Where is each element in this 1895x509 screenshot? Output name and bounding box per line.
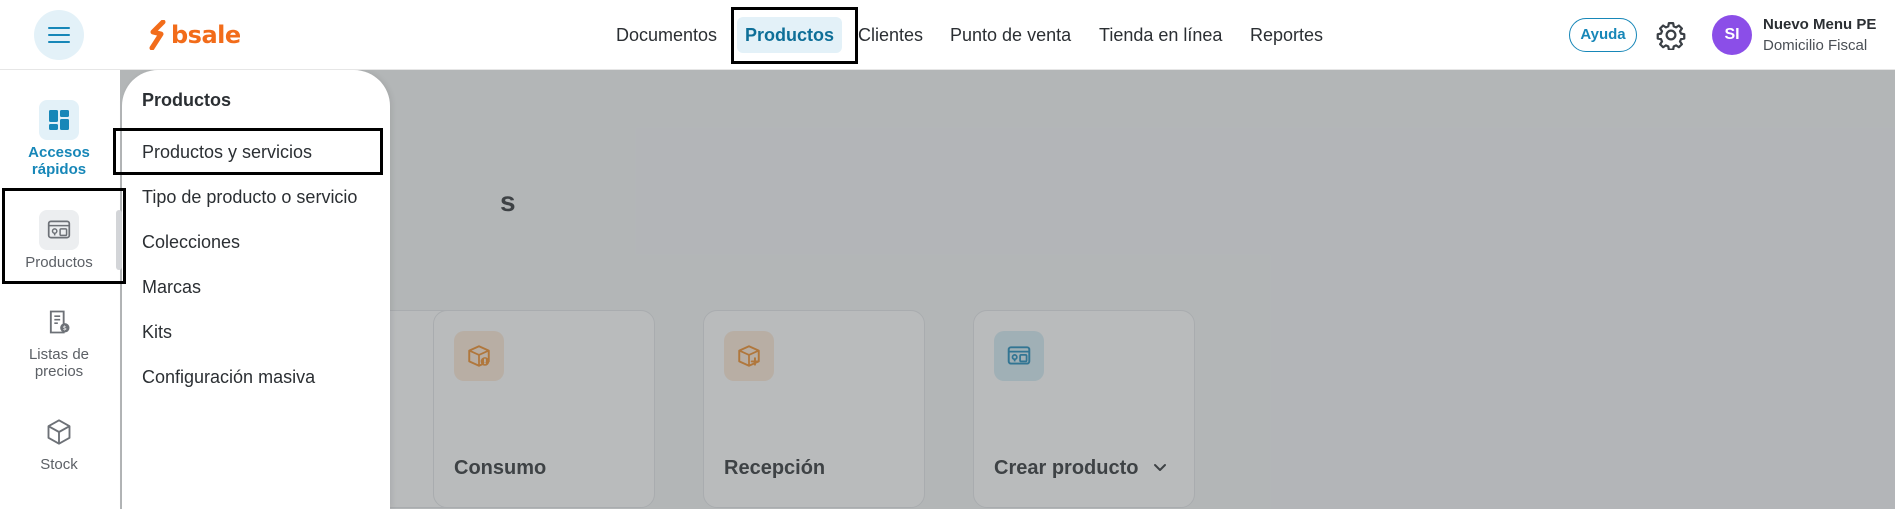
flyout-item-tipo-de-producto[interactable]: Tipo de producto o servicio [142,187,357,208]
user-name[interactable]: Nuevo Menu PE [1763,16,1876,33]
top-bar: bsale Documentos Productos Clientes Punt… [0,0,1895,70]
nav-documentos[interactable]: Documentos [616,17,717,53]
nav-punto-de-venta[interactable]: Punto de venta [950,17,1071,53]
productos-flyout-menu: Productos Productos y servicios Tipo de … [122,70,390,509]
flyout-item-configuracion-masiva[interactable]: Configuración masiva [142,367,315,388]
gear-icon[interactable] [1656,20,1686,50]
rail-item-stock[interactable]: Stock [0,412,118,473]
rail-item-productos[interactable]: Productos [0,210,118,271]
rail-label: Accesos rápidos [28,144,90,178]
rail-label: Listas de precios [28,346,90,380]
flyout-item-kits[interactable]: Kits [142,322,172,343]
rail-label: Productos [25,254,93,271]
avatar[interactable]: SI [1712,15,1752,55]
flyout-item-colecciones[interactable]: Colecciones [142,232,240,253]
price-list-icon: $ [39,302,79,342]
flyout-item-marcas[interactable]: Marcas [142,277,201,298]
flyout-title: Productos [142,90,232,110]
svg-text:$: $ [63,324,67,332]
nav-clientes[interactable]: Clientes [858,17,923,53]
rail-label: Stock [40,456,78,473]
left-rail: Accesos rápidos Productos $ Listas de pr… [0,70,122,509]
user-subtitle: Domicilio Fiscal [1763,37,1868,54]
rail-item-accesos-rapidos[interactable]: Accesos rápidos [0,100,118,178]
nav-tienda-en-linea[interactable]: Tienda en línea [1099,17,1222,53]
cube-icon [39,412,79,452]
nav-productos[interactable]: Productos [737,17,843,53]
rail-item-listas-de-precios[interactable]: $ Listas de precios [0,302,118,380]
flyout-item-productos-y-servicios[interactable]: Productos y servicios [142,142,312,163]
help-button[interactable]: Ayuda [1569,18,1637,52]
nav-reportes[interactable]: Reportes [1250,17,1323,53]
dashboard-icon [39,100,79,140]
product-box-icon [39,210,79,250]
